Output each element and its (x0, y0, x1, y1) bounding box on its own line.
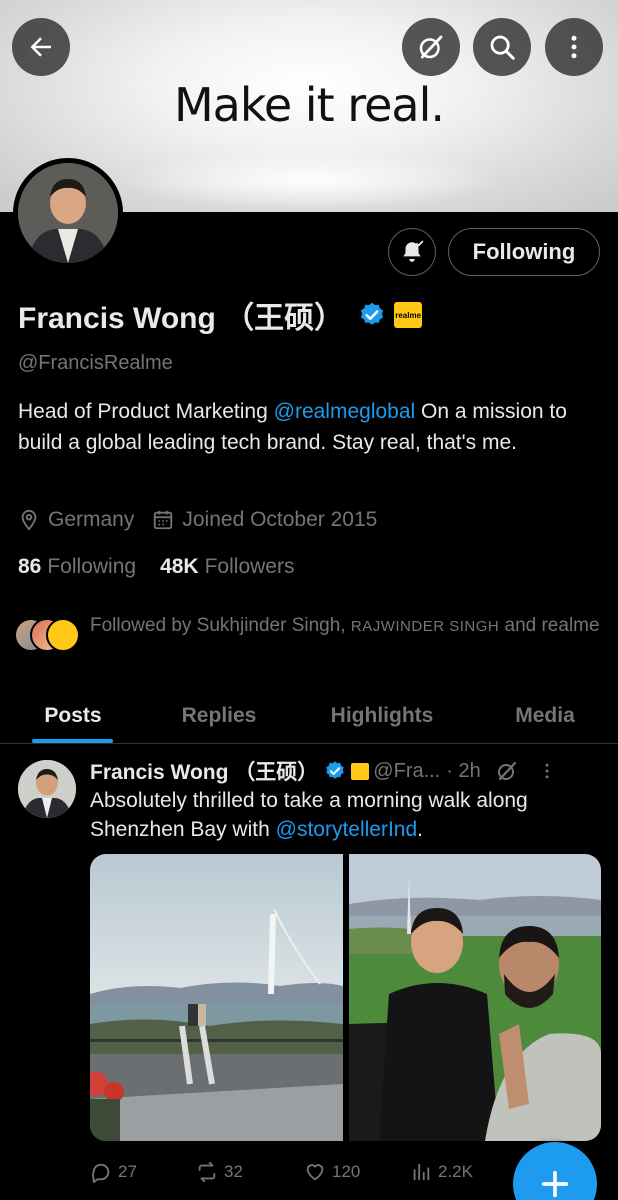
followed-by-text: Followed by Sukhjinder Singh, RAJWINDER … (90, 612, 600, 640)
mini-avatar (46, 618, 80, 652)
repost-count: 32 (224, 1162, 243, 1181)
follow-counts: 86 Following 48K Followers (18, 552, 318, 582)
followed-by-prefix: Followed by Sukhjinder Singh, (90, 615, 351, 636)
more-button[interactable] (545, 18, 603, 76)
followers-count[interactable]: 48K (160, 555, 199, 579)
notification-bell-button[interactable] (388, 228, 436, 276)
followers-label[interactable]: Followers (205, 555, 295, 579)
realme-affiliate-badge-small (351, 762, 370, 780)
reply-action[interactable]: 27 (90, 1158, 137, 1186)
realme-affiliate-badge[interactable]: realme (394, 302, 423, 328)
profile-name: Francis Wong （王硕） (18, 302, 345, 335)
followed-by-avatars (14, 618, 84, 654)
grok-button[interactable] (402, 18, 460, 76)
profile-tabs: Posts Replies Highlights Media (0, 688, 618, 744)
post-author-avatar[interactable] (18, 760, 76, 818)
tab-media[interactable]: Media (496, 688, 594, 744)
repost-icon (198, 1161, 216, 1183)
following-button[interactable]: Following (448, 228, 600, 276)
calendar-icon (154, 510, 173, 530)
verified-badge-icon[interactable] (358, 301, 386, 329)
profile-handle: @FrancisRealme (18, 352, 173, 374)
reply-icon (92, 1163, 110, 1183)
like-action[interactable]: 120 (304, 1158, 360, 1186)
grok-icon (419, 35, 443, 59)
post-photo-1[interactable] (90, 854, 343, 1141)
followed-by-suffix: and realme (499, 615, 600, 636)
bio-mention-link[interactable]: @realmeglobal (274, 400, 416, 423)
joined-item: Joined October 2015 (152, 508, 377, 532)
like-count: 120 (332, 1162, 361, 1181)
banner-text: Make it real. (173, 78, 445, 132)
active-tab-indicator (32, 739, 113, 743)
profile-name-row: Francis Wong （王硕） realme (18, 294, 423, 336)
following-label[interactable]: Following (47, 555, 136, 579)
more-vertical-icon (571, 35, 577, 59)
views-action[interactable]: 2.2K (410, 1158, 473, 1186)
post-time: · 2h (446, 759, 481, 782)
reply-count: 27 (118, 1162, 137, 1181)
plus-icon (541, 1170, 569, 1198)
avatar-image (18, 163, 118, 263)
location-item: Germany (18, 508, 134, 532)
joined-text: Joined October 2015 (182, 508, 378, 531)
back-arrow-icon (30, 37, 51, 57)
tab-replies[interactable]: Replies (160, 688, 278, 744)
profile-avatar[interactable] (13, 158, 123, 268)
post-author-name[interactable]: Francis Wong （王硕） (90, 756, 318, 786)
repost-action[interactable]: 32 (196, 1158, 243, 1186)
post-text-suffix: . (417, 818, 424, 841)
post-text: Absolutely thrilled to take a morning wa… (90, 786, 605, 844)
search-icon (490, 35, 515, 60)
post-more-icon[interactable] (537, 761, 557, 781)
bio-text-prefix: Head of Product Marketing (18, 400, 274, 423)
banner-light (120, 150, 500, 210)
post-header: Francis Wong （王硕） @Fra... · 2h (90, 756, 610, 786)
following-count[interactable]: 86 (18, 555, 41, 579)
compose-post-button[interactable] (513, 1142, 597, 1200)
verified-badge-icon (326, 761, 345, 779)
profile-bio: Head of Product Marketing @realmeglobal … (18, 396, 608, 458)
post-mention-link[interactable]: @storytellerInd (276, 818, 418, 841)
bell-check-icon (403, 240, 424, 262)
heart-icon (306, 1164, 324, 1181)
followed-by-name: RAJWINDER SINGH (350, 618, 500, 635)
grok-icon[interactable] (495, 759, 519, 783)
location-text: Germany (48, 508, 135, 531)
views-count: 2.2K (438, 1162, 473, 1181)
tab-highlights[interactable]: Highlights (310, 688, 454, 744)
post-author-handle: @Fra... (373, 759, 441, 782)
search-button[interactable] (473, 18, 531, 76)
location-pin-icon (21, 509, 37, 531)
back-button[interactable] (12, 18, 70, 76)
views-chart-icon (413, 1163, 430, 1181)
post-photo-2[interactable] (349, 854, 601, 1141)
profile-meta: Germany Joined October 2015 (18, 504, 395, 536)
tab-posts[interactable]: Posts (20, 688, 126, 744)
